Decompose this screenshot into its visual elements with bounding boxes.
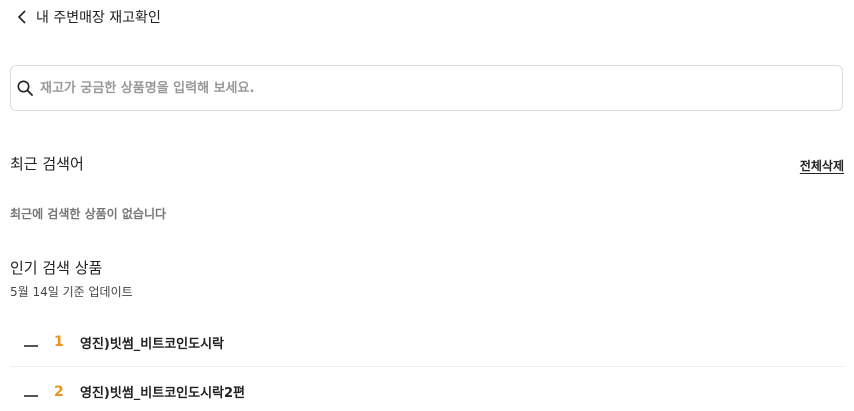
popular-products-title: 인기 검색 상품 bbox=[10, 259, 103, 277]
search-box[interactable] bbox=[10, 65, 843, 111]
popular-item[interactable]: 1 영진)빗썸_비트코인도시락 bbox=[10, 318, 844, 367]
recent-search-title: 최근 검색어 bbox=[10, 155, 84, 173]
popular-update-date: 5월 14일 기준 업데이트 bbox=[10, 285, 133, 299]
rank-number: 1 bbox=[54, 334, 64, 350]
no-change-icon bbox=[24, 345, 38, 347]
clear-all-button[interactable]: 전체삭제 bbox=[800, 157, 844, 174]
header: 내 주변매장 재고확인 bbox=[14, 6, 161, 28]
rank-number: 2 bbox=[54, 383, 64, 400]
product-name: 영진)빗썸_비트코인도시락2편 bbox=[80, 386, 246, 401]
page-title: 내 주변매장 재고확인 bbox=[36, 10, 161, 26]
popular-product-list: 1 영진)빗썸_비트코인도시락 2 영진)빗썸_비트코인도시락2편 bbox=[10, 318, 844, 411]
search-input[interactable] bbox=[38, 72, 842, 104]
chevron-left-icon[interactable] bbox=[14, 9, 30, 25]
product-name: 영진)빗썸_비트코인도시락 bbox=[80, 336, 225, 352]
popular-item[interactable]: 2 영진)빗썸_비트코인도시락2편 bbox=[10, 367, 844, 411]
recent-empty-message: 최근에 검색한 상품이 없습니다 bbox=[10, 207, 167, 221]
search-icon bbox=[16, 79, 34, 97]
no-change-icon bbox=[24, 394, 38, 397]
stock-check-page: 내 주변매장 재고확인 최근 검색어 전체삭제 최근에 검색한 상품이 없습니다… bbox=[0, 0, 854, 411]
